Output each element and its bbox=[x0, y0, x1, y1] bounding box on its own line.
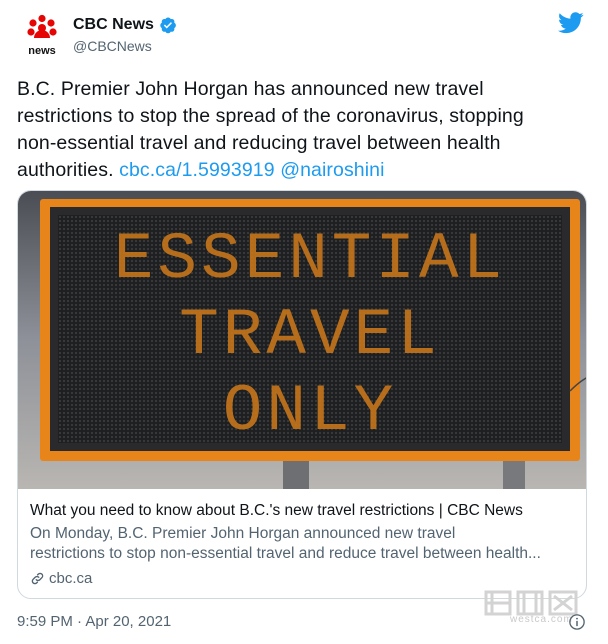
author-display-name[interactable]: CBC News bbox=[73, 16, 154, 34]
tweet-text: B.C. Premier John Horgan has announced n… bbox=[17, 76, 589, 184]
twitter-bird-icon[interactable] bbox=[558, 12, 584, 34]
tweet-text-line: authorities. bbox=[17, 159, 120, 181]
card-title[interactable]: What you need to know about B.C.'s new t… bbox=[30, 501, 576, 521]
card-image-essential-travel-sign[interactable]: ESSENTIAL TRAVEL ONLY bbox=[18, 191, 587, 489]
verified-badge-icon bbox=[160, 17, 176, 34]
card-description: On Monday, B.C. Premier John Horgan anno… bbox=[30, 524, 576, 564]
logo-wordmark: news bbox=[28, 45, 56, 57]
sign-line: ESSENTIAL bbox=[114, 222, 506, 297]
tweet-mention[interactable]: @nairoshini bbox=[280, 159, 384, 181]
author-block[interactable]: CBC News @CBCNews bbox=[73, 16, 177, 54]
tweet-embed: news CBC News @CBCNews B.C. Premier John… bbox=[0, 0, 608, 644]
card-domain-text[interactable]: cbc.ca bbox=[49, 570, 92, 587]
tweet-text-line: restrictions to stop the spread of the c… bbox=[17, 105, 524, 127]
card-description-line: restrictions to stop non-essential trave… bbox=[30, 545, 541, 562]
card-domain[interactable]: cbc.ca bbox=[30, 570, 576, 587]
sign-line: ONLY bbox=[223, 374, 397, 449]
card-description-line: On Monday, B.C. Premier John Horgan anno… bbox=[30, 525, 456, 542]
author-handle[interactable]: @CBCNews bbox=[73, 38, 177, 54]
tweet-link[interactable]: cbc.ca/1.5993919 bbox=[119, 159, 275, 181]
cbc-logo-avatar[interactable]: news bbox=[22, 14, 62, 58]
card-meta[interactable]: What you need to know about B.C.'s new t… bbox=[30, 501, 576, 587]
tweet-text-line: B.C. Premier John Horgan has announced n… bbox=[17, 78, 484, 100]
sign-line: TRAVEL bbox=[179, 298, 441, 373]
link-icon bbox=[31, 572, 44, 585]
tweet-timestamp[interactable]: 9:59 PM · Apr 20, 2021 bbox=[17, 613, 171, 630]
info-icon[interactable] bbox=[568, 613, 586, 631]
tweet-text-line: non-essential travel and reducing travel… bbox=[17, 132, 501, 154]
link-preview-card[interactable]: ESSENTIAL TRAVEL ONLY What you need to k… bbox=[17, 190, 587, 599]
watermark-text: westca.com bbox=[510, 614, 573, 625]
